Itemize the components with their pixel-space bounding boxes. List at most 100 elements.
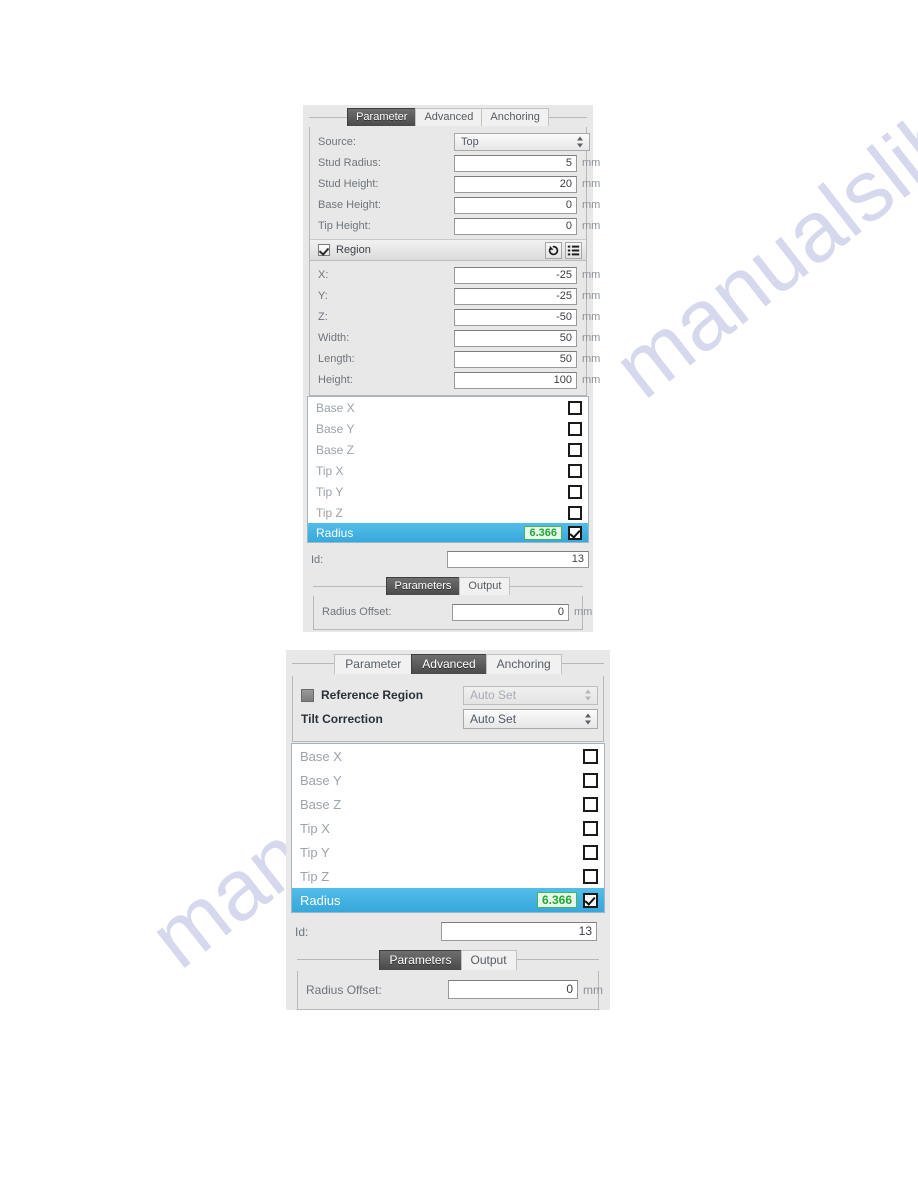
source-dropdown[interactable]: Top [454, 133, 590, 151]
param-checkbox[interactable] [568, 400, 582, 415]
output-group-bottom: Parameters Output Radius Offset: 0 mm [291, 950, 605, 1010]
stud-radius-input[interactable]: 5 [454, 154, 577, 172]
param-checkbox[interactable] [583, 868, 598, 884]
param-name: Base X [316, 400, 355, 415]
base-height-label: Base Height: [318, 199, 381, 211]
stud-height-label: Stud Height: [318, 178, 379, 190]
region-x-input[interactable]: -25 [454, 266, 577, 284]
radius-offset-label: Radius Offset: [322, 606, 392, 618]
region-width-input[interactable]: 50 [454, 329, 577, 347]
subtab-output[interactable]: Output [460, 950, 517, 970]
stud-radius-unit: mm [582, 157, 601, 169]
list-item[interactable]: Tip Z [292, 864, 604, 888]
param-checkbox[interactable] [583, 796, 598, 812]
list-item[interactable]: Tip Y [308, 481, 588, 502]
tab-anchoring[interactable]: Anchoring [485, 654, 562, 674]
region-y-row: Y: -25 mm [310, 286, 600, 306]
param-checkbox[interactable] [568, 421, 582, 436]
region-y-input[interactable]: -25 [454, 287, 577, 305]
chevron-updown-icon [585, 713, 592, 725]
reference-region-dropdown[interactable]: Auto Set [463, 685, 598, 705]
region-z-input[interactable]: -50 [454, 308, 577, 326]
list-item[interactable]: Base Z [292, 792, 604, 816]
region-checkbox[interactable] [318, 244, 330, 256]
parameter-panel-bottom: Parameter Advanced Anchoring Reference R… [286, 650, 610, 1010]
source-label: Source: [318, 136, 356, 148]
tilt-correction-row: Tilt Correction Auto Set [293, 707, 603, 731]
list-item[interactable]: Base X [308, 397, 588, 418]
region-x-unit: mm [582, 269, 601, 281]
param-checkbox[interactable] [568, 526, 582, 540]
param-name: Tip X [316, 463, 344, 478]
param-checkbox[interactable] [583, 844, 598, 860]
radius-offset-row: Radius Offset: 0 mm [314, 602, 592, 622]
radius-offset-label: Radius Offset: [306, 982, 382, 997]
subtab-parameters[interactable]: Parameters [385, 577, 461, 595]
list-item[interactable]: Tip Z [308, 502, 588, 523]
param-name: Base Z [316, 442, 355, 457]
reference-region-value: Auto Set [470, 687, 517, 702]
source-row: Source: Top [310, 132, 590, 152]
subtab-parameters[interactable]: Parameters [379, 950, 462, 970]
tilt-correction-value: Auto Set [470, 712, 517, 726]
list-item[interactable]: Base Z [308, 439, 588, 460]
tip-height-unit: mm [582, 220, 601, 232]
id-input[interactable]: 13 [441, 922, 597, 941]
parameter-list-top[interactable]: Base X Base Y Base Z Tip X Tip Y Tip Z R… [307, 396, 589, 543]
list-item[interactable]: Tip Y [292, 840, 604, 864]
list-item[interactable]: Tip X [308, 460, 588, 481]
region-height-label: Height: [318, 374, 353, 386]
list-icon[interactable] [565, 241, 582, 259]
list-item[interactable]: Tip X [292, 816, 604, 840]
param-checkbox[interactable] [568, 442, 582, 457]
stud-height-row: Stud Height: 20 mm [310, 174, 600, 194]
id-input[interactable]: 13 [447, 551, 589, 568]
radius-offset-input[interactable]: 0 [452, 603, 569, 621]
base-height-input[interactable]: 0 [454, 196, 577, 214]
stud-height-input[interactable]: 20 [454, 175, 577, 193]
tilt-correction-dropdown[interactable]: Auto Set [463, 709, 598, 729]
param-checkbox[interactable] [568, 505, 582, 520]
param-checkbox[interactable] [568, 484, 582, 499]
tip-height-input[interactable]: 0 [454, 217, 577, 235]
region-z-row: Z: -50 mm [310, 307, 600, 327]
parameter-list-bottom[interactable]: Base X Base Y Base Z Tip X Tip Y Tip Z R… [291, 743, 605, 913]
tab-parameter[interactable]: Parameter [347, 108, 417, 126]
subtabstrip-bottom: Parameters Output [291, 950, 605, 971]
param-checkbox[interactable] [583, 772, 598, 788]
stud-height-unit: mm [582, 178, 601, 190]
radius-value: 6.366 [524, 526, 562, 540]
list-item[interactable]: Base X [292, 744, 604, 768]
tab-parameter[interactable]: Parameter [334, 654, 413, 674]
param-checkbox[interactable] [583, 748, 598, 764]
tip-height-row: Tip Height: 0 mm [310, 216, 600, 236]
param-checkbox[interactable] [583, 820, 598, 836]
param-name: Base Z [300, 796, 342, 812]
base-height-unit: mm [582, 199, 601, 211]
radius-offset-unit: mm [583, 982, 603, 997]
reference-region-checkbox[interactable] [301, 688, 314, 702]
region-length-label: Length: [318, 353, 355, 365]
list-item-radius[interactable]: Radius 6.366 [308, 523, 588, 542]
tab-advanced[interactable]: Advanced [415, 108, 483, 126]
list-item[interactable]: Base Y [308, 418, 588, 439]
reset-icon[interactable] [545, 241, 562, 259]
param-name: Tip Y [300, 844, 330, 860]
param-checkbox[interactable] [568, 463, 582, 478]
reference-region-label: Reference Region [321, 688, 424, 702]
region-width-label: Width: [318, 332, 350, 344]
tab-anchoring[interactable]: Anchoring [481, 108, 549, 126]
list-item[interactable]: Base Y [292, 768, 604, 792]
tab-advanced[interactable]: Advanced [411, 654, 487, 674]
region-width-row: Width: 50 mm [310, 328, 600, 348]
radius-offset-input[interactable]: 0 [448, 980, 578, 999]
tilt-correction-label: Tilt Correction [301, 712, 383, 726]
region-length-input[interactable]: 50 [454, 350, 577, 368]
list-item-radius[interactable]: Radius 6.366 [292, 888, 604, 912]
param-name: Base X [300, 748, 342, 764]
param-checkbox[interactable] [583, 892, 598, 908]
region-height-input[interactable]: 100 [454, 371, 577, 389]
radius-offset-unit: mm [574, 606, 593, 618]
output-groupbox-bottom: Radius Offset: 0 mm [297, 971, 603, 1010]
subtab-output[interactable]: Output [459, 577, 511, 595]
